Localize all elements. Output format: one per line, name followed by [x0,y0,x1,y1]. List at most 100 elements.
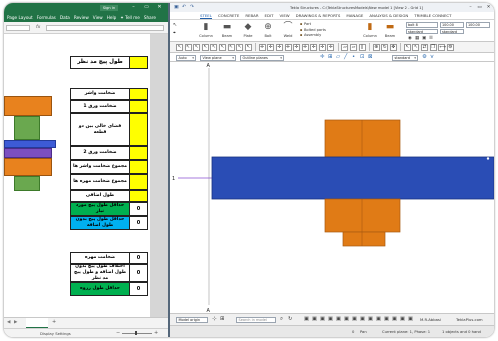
row-value-cell[interactable]: 0 [130,252,148,264]
row-label[interactable]: مجموع ضخامت واشر ها [70,160,130,174]
row-value-cell[interactable] [130,113,148,146]
tell-me-search[interactable]: ✦ Tell me [120,15,140,20]
layout-icon-8[interactable]: ▣ [360,316,365,322]
formula-input[interactable] [46,25,164,31]
properties-icon[interactable]: ☰ [429,36,433,41]
snap-line-icon[interactable]: ✛ [318,43,326,51]
row-value-cell[interactable]: 0 [130,202,148,216]
settings-icon[interactable]: ⚙ [446,43,454,51]
zoom-slider-thumb[interactable] [135,331,137,335]
snap-nearest-icon[interactable]: ✛ [327,43,335,51]
select-arrow-icon[interactable]: ↖ [173,22,177,28]
snap-reference-lines-icon[interactable]: ✛ [258,43,266,51]
zoom-icon[interactable]: ⊕ [372,43,380,51]
layout-icon-2[interactable]: ▣ [312,316,317,322]
settings-icon[interactable]: ⚙ [422,54,427,60]
layout-icon-4[interactable]: ▣ [328,316,333,322]
plate-button[interactable]: ◆ Plate [238,22,258,38]
offset-x-field[interactable]: 100.00 [440,22,464,28]
next-sheet-icon[interactable]: ▶ [14,320,17,325]
insert-function-button[interactable]: fx [36,25,40,30]
tab-trimble-connect[interactable]: TRIMBLE CONNECT [414,13,451,18]
plate[interactable] [211,156,494,200]
search-icon[interactable]: ⌕ [280,316,283,323]
layout-icon-3[interactable]: ▣ [320,316,325,322]
row-label[interactable]: ضخامت ورق 2 [70,146,130,160]
close-button[interactable]: ✕ [484,3,493,12]
tab-formulas[interactable]: Formulas [37,15,56,20]
row-label[interactable]: فضای خالی بین دو قطعه [70,113,130,146]
maximize-button[interactable]: ▭ [141,3,152,12]
select-all-icon[interactable]: ↖ [176,43,183,51]
tab-concrete[interactable]: CONCRETE [218,13,239,18]
display-settings-button[interactable]: Display Settings [40,331,71,336]
snap-midpoint-icon[interactable]: ✛ [293,43,301,51]
bolt-size-field[interactable]: bolt 8 [406,22,438,28]
tab-review[interactable]: Review [74,15,89,20]
layout-icon-14[interactable]: ▣ [408,316,413,322]
snap-center-icon[interactable]: ✛ [275,43,283,51]
work-plane-icon[interactable]: ▱ [341,43,349,51]
row-value-cell[interactable]: 0 [130,282,148,296]
row-value-cell[interactable] [130,146,148,160]
save-icon[interactable]: ▣ [174,5,179,10]
weld-button[interactable]: ⌒ Weld [278,22,298,38]
offset-y-field[interactable]: 100.00 [466,22,490,28]
select-reference-icon[interactable]: ↖ [244,43,252,51]
bolt-end[interactable] [342,231,386,247]
tab-view[interactable]: View [93,15,103,20]
standard-select-1[interactable]: standard [406,28,438,34]
select-object-icon[interactable]: ↖ [403,43,411,51]
zoom-out-button[interactable]: − [116,330,120,336]
outline-planes-dropdown[interactable]: Outline planes ▾ [240,54,284,61]
row-label[interactable]: ضخامت مهره [70,252,130,264]
row-value-cell[interactable] [130,190,148,202]
part-button[interactable]: ▪ Part [300,22,326,26]
orthogonal-icon[interactable]: ⊞ [328,54,333,60]
layout-icon-5[interactable]: ▣ [336,316,341,322]
share-button[interactable]: Share [144,15,156,20]
measure-icon[interactable]: ⟷ [438,43,446,51]
name-box[interactable] [6,25,30,31]
column-button[interactable]: ▮ Column [196,22,216,38]
bolted-parts-button[interactable]: ▪ Bolted parts [300,28,326,32]
row-value-cell[interactable] [130,100,148,113]
lock-icon[interactable]: ▣ [422,36,426,41]
select-grid-icon[interactable]: ↖ [236,43,244,51]
redo-icon[interactable]: ↷ [190,5,194,10]
select-surface-icon[interactable]: ↖ [193,43,201,51]
row-value-cell[interactable]: 0 [130,216,148,230]
snap-icon[interactable]: ✛ [320,54,325,60]
zoom-window-icon[interactable]: ⊠ [368,54,373,60]
snap-end-icon[interactable]: ✛ [301,43,309,51]
bolt-length-title[interactable]: طول پیچ مد نظر [70,56,130,69]
select-assembly-icon[interactable]: ↖ [412,43,420,51]
tab-data[interactable]: Data [60,15,70,20]
layout-icon-13[interactable]: ▣ [400,316,405,322]
plane-icon[interactable]: ▱ [336,54,340,60]
eye-icon[interactable]: ◉ [408,36,412,41]
tab-help[interactable]: Help [107,15,117,20]
snap-intersection-icon[interactable]: ✛ [284,43,292,51]
filter-icon[interactable]: ⋎ [430,54,434,60]
minimize-button[interactable]: – [128,3,139,12]
maximize-button[interactable]: ▭ [475,3,484,12]
layout-icon-1[interactable]: ▣ [304,316,309,322]
row-value-cell[interactable] [130,88,148,100]
row-label[interactable]: حداقل طول رزوه [70,282,130,296]
point-icon[interactable]: • [352,54,355,60]
beam-button-2[interactable]: ▬ Beam [380,22,400,38]
column-button-2[interactable]: ▮ Column [360,22,380,38]
sheet-tab-active[interactable] [26,318,48,328]
search-in-model-input[interactable]: Search in model [236,316,276,323]
beam-button[interactable]: ▬ Beam [217,22,237,38]
bolt-button[interactable]: ⊕ Bolt [258,22,278,38]
tab-drawings-reports[interactable]: DRAWINGS & REPORTS [296,13,341,18]
grid-icon[interactable]: ▦ [415,36,419,41]
model-origin-dropdown[interactable]: Model origin [176,316,208,323]
bolt-head[interactable] [324,119,401,158]
plate-handle[interactable] [486,157,490,160]
pick-point-icon[interactable]: ⌖ [173,30,177,36]
tab-analysis-design[interactable]: ANALYSIS & DESIGN [369,13,408,18]
tab-view[interactable]: VIEW [280,13,290,18]
